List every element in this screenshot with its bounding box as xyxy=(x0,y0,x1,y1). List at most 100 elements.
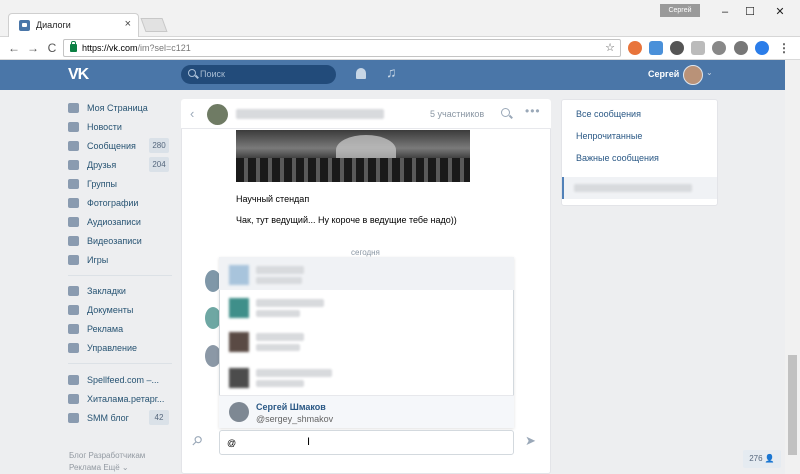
extension-4-icon[interactable] xyxy=(691,41,705,55)
page-scrollbar[interactable] xyxy=(785,60,800,474)
menu-bookmarks[interactable]: Закладки xyxy=(68,282,178,300)
extension-6-icon[interactable] xyxy=(734,41,748,55)
url-host: https://vk.com xyxy=(82,43,138,53)
menu-messages[interactable]: Сообщения 280 xyxy=(68,137,178,155)
extension-7-icon[interactable] xyxy=(755,41,769,55)
address-bar[interactable]: https://vk.com/im?sel=c121 ☆ xyxy=(63,39,621,57)
music-icon[interactable]: ♫ xyxy=(386,64,397,80)
mention-option-sergey[interactable]: Сергей Шмаков @sergey_shmakov xyxy=(219,395,514,428)
online-counter-badge[interactable]: 276 👤 xyxy=(743,450,781,468)
menu-news[interactable]: Новости xyxy=(68,118,178,136)
menu-label: Сообщения xyxy=(87,141,136,151)
back-chevron-icon[interactable]: ‹ xyxy=(190,106,194,121)
blurred-name xyxy=(256,299,324,307)
chat-avatar[interactable] xyxy=(207,104,228,125)
vk-logo[interactable]: VK xyxy=(68,66,89,84)
group-icon xyxy=(68,413,79,423)
menu-kebab-icon[interactable]: ⋮ xyxy=(776,40,792,56)
blurred-name xyxy=(256,266,304,274)
bell-icon[interactable] xyxy=(356,68,366,79)
lock-icon xyxy=(70,41,77,52)
send-icon[interactable]: ➤ xyxy=(525,433,536,449)
menu-label: Фотографии xyxy=(87,198,139,208)
megaphone-icon xyxy=(68,324,79,334)
group-icon xyxy=(68,375,79,385)
extension-1-icon[interactable] xyxy=(628,41,642,55)
folder-important[interactable]: Важные сообщения xyxy=(576,153,659,163)
mention-option[interactable] xyxy=(219,360,514,393)
camera-icon xyxy=(68,198,79,208)
smm-count-badge: 42 xyxy=(149,410,169,425)
url-path: /im?sel=c121 xyxy=(137,43,191,53)
mention-name: Сергей Шмаков xyxy=(256,402,326,412)
back-arrow-icon[interactable]: ← xyxy=(6,40,22,56)
footer-links-2[interactable]: Реклама Ещё ⌄ xyxy=(69,463,129,472)
group-spellfeed[interactable]: Spellfeed.com –... xyxy=(68,371,178,389)
mention-option[interactable] xyxy=(219,257,514,290)
search-icon[interactable] xyxy=(501,108,510,117)
user-name[interactable]: Сергей xyxy=(648,69,679,79)
folder-all-messages[interactable]: Все сообщения xyxy=(576,109,641,119)
menu-label: Моя Страница xyxy=(87,103,148,113)
messages-count-badge: 280 xyxy=(149,138,169,153)
close-window-button[interactable]: ✕ xyxy=(765,2,795,22)
menu-documents[interactable]: Документы xyxy=(68,301,178,319)
bookmark-star-icon[interactable]: ☆ xyxy=(605,41,615,54)
avatar xyxy=(229,402,249,422)
menu-audio[interactable]: Аудиозаписи xyxy=(68,213,178,231)
blurred-handle xyxy=(256,380,304,387)
more-icon[interactable]: ••• xyxy=(525,104,541,118)
chevron-down-icon[interactable]: ⌄ xyxy=(706,68,713,77)
vk-header: VK Поиск ♫ Сергей ⌄ xyxy=(0,60,800,90)
menu-label: Управление xyxy=(87,343,138,353)
selected-conversation[interactable] xyxy=(562,177,717,199)
tab-dialogs[interactable]: Диалоги × xyxy=(8,13,139,38)
extension-2-icon[interactable] xyxy=(649,41,663,55)
footer-links-1[interactable]: Блог Разработчикам xyxy=(69,451,145,460)
menu-friends[interactable]: Друзья 204 xyxy=(68,156,178,174)
menu-groups[interactable]: Группы xyxy=(68,175,178,193)
menu-photos[interactable]: Фотографии xyxy=(68,194,178,212)
menu-label: Закладки xyxy=(87,286,126,296)
folder-unread[interactable]: Непрочитанные xyxy=(576,131,642,141)
menu-my-page[interactable]: Моя Страница xyxy=(68,99,178,117)
message-input[interactable]: @ xyxy=(219,430,514,455)
reload-icon[interactable]: C xyxy=(44,40,60,56)
menu-games[interactable]: Игры xyxy=(68,251,178,269)
star-icon xyxy=(68,286,79,296)
forward-arrow-icon[interactable]: → xyxy=(25,40,41,56)
blurred-name xyxy=(256,369,332,377)
new-tab-button[interactable] xyxy=(140,18,168,32)
maximize-button[interactable]: ☐ xyxy=(735,2,765,22)
tab-close-icon[interactable]: × xyxy=(125,18,131,30)
messages-icon xyxy=(68,141,79,151)
message-text: Чак, тут ведущий... Ну короче в ведущие … xyxy=(236,215,457,225)
message-photo[interactable] xyxy=(236,130,470,182)
mention-handle: @sergey_shmakov xyxy=(256,414,334,424)
extension-3-icon[interactable] xyxy=(670,41,684,55)
menu-manage[interactable]: Управление xyxy=(68,339,178,357)
blurred-handle xyxy=(256,310,300,317)
group-smm-blog[interactable]: SMM блог 42 xyxy=(68,409,178,427)
menu-video[interactable]: Видеозаписи xyxy=(68,232,178,250)
user-avatar[interactable] xyxy=(683,65,703,85)
extension-5-icon[interactable] xyxy=(712,41,726,55)
mention-option[interactable] xyxy=(219,290,514,323)
scrollbar-thumb[interactable] xyxy=(788,355,797,455)
blurred-handle xyxy=(256,344,300,351)
vk-favicon-icon xyxy=(19,20,30,31)
menu-ads[interactable]: Реклама xyxy=(68,320,178,338)
members-count[interactable]: 5 участников xyxy=(430,109,484,119)
avatar xyxy=(229,368,249,388)
search-input[interactable]: Поиск xyxy=(181,65,336,84)
blurred-name xyxy=(256,333,304,341)
mention-option[interactable] xyxy=(219,324,514,357)
profile-chip[interactable]: Сергей xyxy=(660,4,700,17)
group-icon xyxy=(68,394,79,404)
menu-divider xyxy=(68,275,172,276)
home-icon xyxy=(68,103,79,113)
menu-divider xyxy=(68,363,172,364)
avatar xyxy=(229,265,249,285)
group-hitalama[interactable]: Хиталама.ретарг... xyxy=(68,390,178,408)
blurred-handle xyxy=(256,277,302,284)
